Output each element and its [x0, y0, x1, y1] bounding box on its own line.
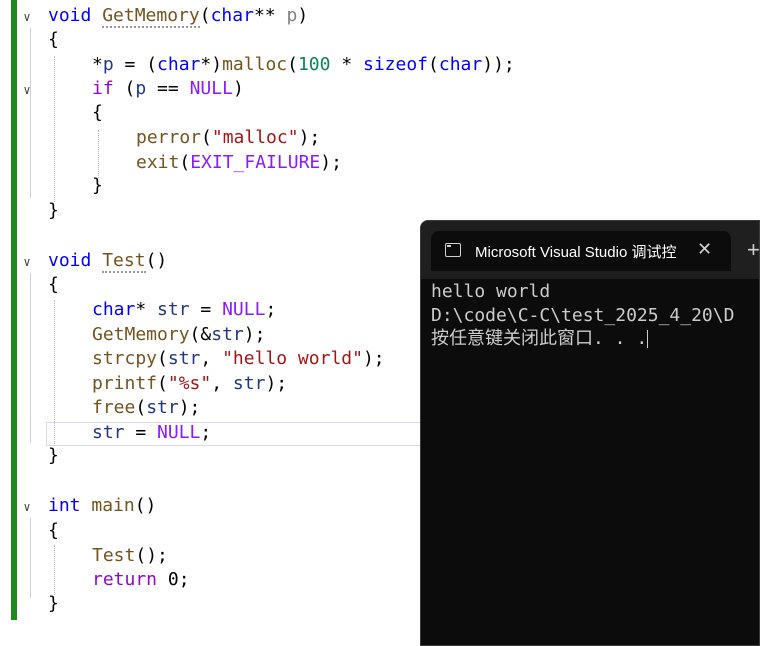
code-line-malloc[interactable]: *p = (char*)malloc(100 * sizeof(char));	[92, 53, 515, 77]
code-line-test-call[interactable]: Test();	[92, 544, 168, 568]
fold-region-line	[30, 273, 31, 443]
code-line-brace[interactable]: }	[48, 444, 59, 468]
code-line-brace[interactable]: {	[48, 28, 59, 52]
code-line-brace[interactable]: {	[92, 101, 103, 125]
code-line-brace[interactable]: }	[48, 199, 59, 223]
fold-toggle-if[interactable]: ∨	[20, 78, 34, 102]
console-tab[interactable]: Microsoft Visual Studio 调试控 ✕	[431, 231, 731, 271]
fold-toggle-getmemory[interactable]: ∨	[20, 5, 34, 29]
code-line-brace[interactable]: {	[48, 519, 59, 543]
console-output-line: 按任意键关闭此窗口. . .	[431, 328, 649, 349]
close-icon[interactable]: ✕	[697, 239, 712, 260]
console-tab-title: Microsoft Visual Studio 调试控	[475, 244, 677, 261]
new-tab-icon[interactable]: +	[747, 237, 759, 263]
code-line-test-signature[interactable]: void Test()	[48, 249, 167, 273]
fold-toggle-test[interactable]: ∨	[20, 250, 34, 274]
code-line-free[interactable]: free(str);	[92, 396, 200, 420]
code-line-brace[interactable]: }	[48, 592, 59, 616]
code-line-brace[interactable]: }	[92, 174, 103, 198]
code-line-perror[interactable]: perror("malloc");	[136, 126, 320, 150]
console-output-line: hello world	[431, 281, 551, 302]
terminal-icon	[445, 243, 461, 257]
console-output-line: D:\code\C-C\test_2025_4_20\D	[431, 305, 735, 326]
code-line-brace[interactable]: {	[48, 273, 59, 297]
code-line-if[interactable]: if (p == NULL)	[92, 77, 244, 101]
console-tab-bar: Microsoft Visual Studio 调试控 ✕ +	[421, 221, 759, 279]
code-line-assign[interactable]: str = NULL;	[92, 421, 211, 445]
code-line-printf[interactable]: printf("%s", str);	[92, 372, 287, 396]
fold-region-line	[30, 518, 31, 598]
code-line-getmemory-call[interactable]: GetMemory(&str);	[92, 323, 265, 347]
code-line-main-signature[interactable]: int main()	[48, 494, 156, 518]
code-line-strcpy[interactable]: strcpy(str, "hello world");	[92, 347, 385, 371]
code-line-return[interactable]: return 0;	[92, 568, 190, 592]
debug-console-window[interactable]: Microsoft Visual Studio 调试控 ✕ + hello wo…	[420, 220, 760, 646]
indent-guide	[54, 56, 55, 202]
indent-guide	[98, 130, 99, 178]
fold-region-line	[30, 28, 31, 198]
code-line-decl[interactable]: char* str = NULL;	[92, 298, 276, 322]
code-line-getmemory-signature[interactable]: void GetMemory(char** p)	[48, 4, 308, 28]
text-cursor	[647, 330, 649, 348]
indent-guide	[54, 545, 55, 595]
code-line-exit[interactable]: exit(EXIT_FAILURE);	[136, 151, 342, 175]
fold-toggle-main[interactable]: ∨	[20, 495, 34, 519]
change-indicator-bar	[11, 0, 17, 620]
